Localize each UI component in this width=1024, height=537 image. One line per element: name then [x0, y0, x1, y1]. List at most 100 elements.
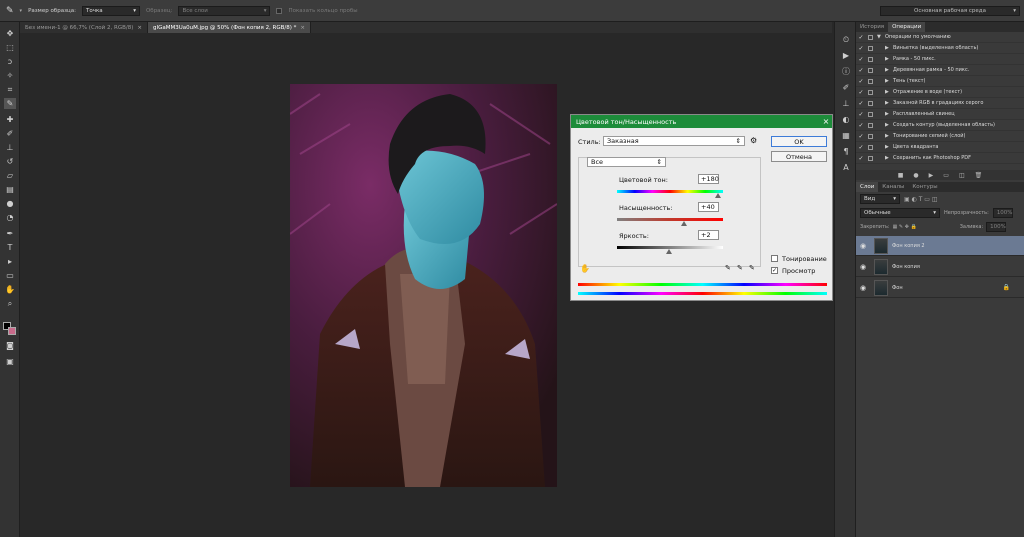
sample-size-select[interactable]: Точка ▾: [81, 5, 140, 16]
action-row[interactable]: ✓ ▶ Заказной RGB в градациях серого: [856, 98, 1024, 109]
action-row[interactable]: ✓ ▶ Сохранить как Photoshop PDF: [856, 153, 1024, 164]
check-icon[interactable]: ✓: [856, 78, 866, 85]
healing-tool-icon[interactable]: ✚: [4, 114, 16, 125]
eyedropper-plus-icon[interactable]: ✎: [737, 264, 743, 272]
expand-arrow-icon[interactable]: ▶: [885, 122, 893, 128]
eye-icon[interactable]: ◉: [856, 284, 870, 292]
brush-presets-icon[interactable]: ✐: [840, 82, 852, 93]
hue-slider-thumb[interactable]: [714, 193, 721, 198]
expand-arrow-icon[interactable]: ▶: [885, 78, 893, 84]
history-icon[interactable]: ⏲: [840, 34, 852, 45]
path-select-icon[interactable]: ▸: [4, 256, 16, 267]
eyedropper-icon[interactable]: ✎: [725, 264, 731, 272]
check-icon[interactable]: ✓: [856, 67, 866, 74]
colorize-checkbox[interactable]: [771, 255, 778, 262]
background-color-swatch[interactable]: [8, 327, 16, 335]
info-icon[interactable]: ⓘ: [840, 66, 852, 77]
channel-select[interactable]: Все ⇕: [587, 157, 666, 167]
eye-icon[interactable]: ◉: [856, 263, 870, 271]
quick-select-tool-icon[interactable]: ✧: [4, 70, 16, 81]
ok-button[interactable]: OK: [771, 136, 827, 147]
history-brush-icon[interactable]: ↺: [4, 156, 16, 167]
clone-source-icon[interactable]: ⊥: [840, 98, 852, 109]
eyedropper-tool-icon[interactable]: ✎: [6, 6, 14, 16]
new-action-icon[interactable]: ◫: [959, 172, 965, 179]
action-row[interactable]: ✓ ▶ Расплавленный свинец: [856, 109, 1024, 120]
check-icon[interactable]: ✓: [856, 34, 866, 41]
expand-arrow-icon[interactable]: ▶: [885, 45, 893, 51]
lock-icons[interactable]: ▦ ✎ ✥ 🔒: [893, 224, 917, 230]
tab-actions[interactable]: Операции: [888, 22, 926, 32]
tab-channels[interactable]: Каналы: [878, 182, 908, 192]
settings-gear-icon[interactable]: ⚙: [750, 136, 757, 145]
check-icon[interactable]: ✓: [856, 155, 866, 162]
trash-icon[interactable]: 🗑: [975, 172, 983, 179]
screen-mode-icon[interactable]: ▣: [4, 356, 16, 367]
dialog-toggle-box[interactable]: [868, 144, 873, 150]
check-icon[interactable]: ✓: [856, 56, 866, 63]
close-icon[interactable]: ×: [300, 25, 305, 31]
stop-icon[interactable]: ■: [898, 172, 904, 179]
action-row[interactable]: ✓ ▶ Отражение в воде (текст): [856, 87, 1024, 98]
tool-preset-chevron-icon[interactable]: ▾: [20, 8, 23, 14]
expand-arrow-icon[interactable]: ▶: [885, 155, 893, 161]
dialog-title-bar[interactable]: Цветовой тон/Насыщенность ×: [571, 115, 832, 128]
eyedropper-tool-icon[interactable]: ✎: [4, 98, 16, 109]
dialog-toggle-box[interactable]: [868, 122, 873, 128]
layer-row[interactable]: ◉ Фон копия 2: [856, 236, 1024, 256]
type-tool-icon[interactable]: T: [4, 242, 16, 253]
dodge-tool-icon[interactable]: ◔: [4, 212, 16, 223]
new-set-icon[interactable]: ▭: [943, 172, 949, 179]
check-icon[interactable]: ✓: [856, 144, 866, 151]
lightness-slider-thumb[interactable]: [665, 249, 672, 254]
layer-kind-select[interactable]: Вид ▾: [860, 194, 900, 204]
pen-tool-icon[interactable]: ✒: [4, 228, 16, 239]
fill-input[interactable]: 100%: [986, 222, 1007, 232]
dialog-toggle-box[interactable]: [868, 34, 873, 40]
dialog-toggle-box[interactable]: [868, 111, 873, 117]
lightness-input[interactable]: +2: [698, 230, 719, 240]
cancel-button[interactable]: Отмена: [771, 151, 827, 162]
paragraph-icon[interactable]: ¶: [840, 146, 852, 157]
dialog-toggle-box[interactable]: [868, 133, 873, 139]
check-icon[interactable]: ✓: [856, 122, 866, 129]
shape-tool-icon[interactable]: ▭: [4, 270, 16, 281]
saturation-slider-thumb[interactable]: [680, 221, 687, 226]
check-icon[interactable]: ✓: [856, 89, 866, 96]
expand-arrow-icon[interactable]: ▶: [885, 133, 893, 139]
tab-paths[interactable]: Контуры: [908, 182, 941, 192]
dialog-toggle-box[interactable]: [868, 67, 873, 73]
close-icon[interactable]: ×: [820, 117, 832, 126]
dialog-toggle-box[interactable]: [868, 89, 873, 95]
tab-layers[interactable]: Слои: [856, 182, 879, 192]
brush-tool-icon[interactable]: ✐: [4, 128, 16, 139]
saturation-input[interactable]: +40: [698, 202, 719, 212]
expand-arrow-icon[interactable]: ▼: [877, 34, 885, 40]
dialog-toggle-box[interactable]: [868, 78, 873, 84]
target-adjust-hand-icon[interactable]: ✋: [580, 264, 590, 273]
move-tool-icon[interactable]: ✥: [4, 28, 16, 39]
zoom-tool-icon[interactable]: ⌕: [4, 298, 16, 309]
check-icon[interactable]: ✓: [856, 133, 866, 140]
show-ring-checkbox[interactable]: [276, 7, 283, 14]
eye-icon[interactable]: ◉: [856, 242, 870, 250]
adjustments-icon[interactable]: ◐: [840, 114, 852, 125]
record-icon[interactable]: ●: [913, 172, 918, 179]
dialog-toggle-box[interactable]: [868, 45, 873, 51]
workspace-select[interactable]: Основная рабочая среда ▾: [880, 6, 1020, 16]
gradient-tool-icon[interactable]: ▤: [4, 184, 16, 195]
check-icon[interactable]: ✓: [856, 100, 866, 107]
actions-icon[interactable]: ▶: [840, 50, 852, 61]
tab-history[interactable]: История: [856, 22, 888, 32]
style-select[interactable]: Заказная ⇕: [603, 136, 745, 146]
quick-mask-icon[interactable]: ◙: [4, 340, 16, 351]
action-row[interactable]: ✓ ▶ Виньетка (выделенная область): [856, 43, 1024, 54]
action-row[interactable]: ✓ ▶ Тень (текст): [856, 76, 1024, 87]
blur-tool-icon[interactable]: ●: [4, 198, 16, 209]
expand-arrow-icon[interactable]: ▶: [885, 67, 893, 73]
hue-input[interactable]: +180: [698, 174, 719, 184]
styles-icon[interactable]: ▦: [840, 130, 852, 141]
action-set-row[interactable]: ✓ ▼ Операции по умолчанию: [856, 32, 1024, 43]
action-row[interactable]: ✓ ▶ Рамка - 50 пикс.: [856, 54, 1024, 65]
filter-icons[interactable]: ▣ ◐ T ▭ ◫: [904, 196, 938, 203]
